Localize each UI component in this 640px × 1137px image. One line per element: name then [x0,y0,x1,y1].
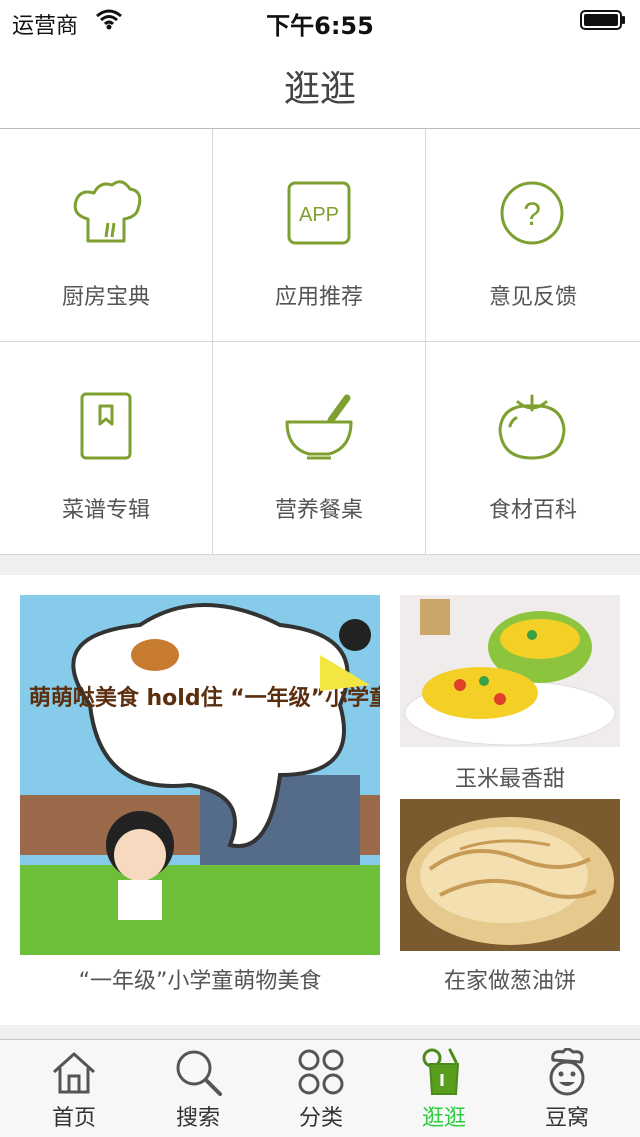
tab-label: 逛逛 [421,1106,466,1131]
tab-home[interactable]: 首页 [12,1040,136,1137]
grid-item-label: 菜谱专辑 [61,498,150,523]
grid-item-recipe-albums[interactable]: 菜谱专辑 [0,342,213,555]
category-icon [298,1049,344,1095]
page-title: 逛逛 [283,69,356,110]
grid-item-label: 营养餐桌 [274,498,363,523]
search-icon [176,1050,222,1096]
tab-search[interactable]: 搜索 [136,1040,260,1137]
tab-browse[interactable]: 逛逛 [382,1040,506,1137]
grid-item-label: 意见反馈 [488,285,577,310]
grid-item-kitchen-guide[interactable]: 厨房宝典 [0,129,213,342]
grid-item-ingredients-wiki[interactable]: 食材百科 [426,342,640,555]
grid-item-app-recommend[interactable]: APP 应用推荐 [213,129,426,342]
scallion-pancake-photo [400,799,620,951]
question-icon: ? [500,181,564,245]
kids-food-poster-illustration: 萌萌哒美食 hold住 “一年级”小学童 [20,595,380,955]
home-icon [52,1052,96,1094]
tab-label: 首页 [51,1106,96,1131]
tab-bar: 首页 搜索 分类 逛逛 豆窝 [0,1039,640,1137]
grid-item-label: 厨房宝典 [61,285,150,310]
tab-label: 搜索 [175,1106,220,1131]
featured-side-image-pancake[interactable] [400,799,620,951]
tab-categories[interactable]: 分类 [259,1040,383,1137]
section-divider [0,555,640,575]
navigation-bar: 逛逛 [0,40,640,129]
feature-grid: 厨房宝典 APP 应用推荐 ? 意见反馈 菜谱专辑 营养餐桌 食材百科 [0,129,640,555]
chef-hat-icon [73,180,142,243]
battery-icon [580,10,625,30]
drink-icon [422,1048,460,1095]
featured-section: 萌萌哒美食 hold住 “一年级”小学童 “一年级”小学童萌物美食 玉米最香甜 [0,575,640,1025]
tab-label: 分类 [298,1106,343,1131]
chef-face-icon [549,1048,585,1096]
grid-item-nutrition-table[interactable]: 营养餐桌 [213,342,426,555]
section-divider [0,1025,640,1039]
featured-main-image[interactable]: 萌萌哒美食 hold住 “一年级”小学童 [20,595,380,955]
corn-salad-photo [400,595,620,747]
grid-item-label: 应用推荐 [274,285,363,310]
grid-item-label: 食材百科 [488,498,577,523]
tab-douwo[interactable]: 豆窝 [505,1040,629,1137]
status-bar: 运营商 下午6:55 [0,0,640,40]
tab-label: 豆窝 [544,1106,589,1131]
featured-side-caption[interactable]: 在家做葱油饼 [400,963,620,995]
app-icon: APP [287,181,351,245]
app-icon-text: APP [299,204,339,226]
featured-main-caption[interactable]: “一年级”小学童萌物美食 [20,963,380,995]
question-icon-text: ? [523,196,541,232]
featured-side-image-corn[interactable] [400,595,620,747]
grid-item-feedback[interactable]: ? 意见反馈 [426,129,640,342]
clock: 下午6:55 [266,12,374,40]
bookmark-book-icon [80,392,132,460]
mortar-icon [285,394,353,460]
tomato-icon [498,394,566,460]
featured-side-caption[interactable]: 玉米最香甜 [400,761,620,793]
